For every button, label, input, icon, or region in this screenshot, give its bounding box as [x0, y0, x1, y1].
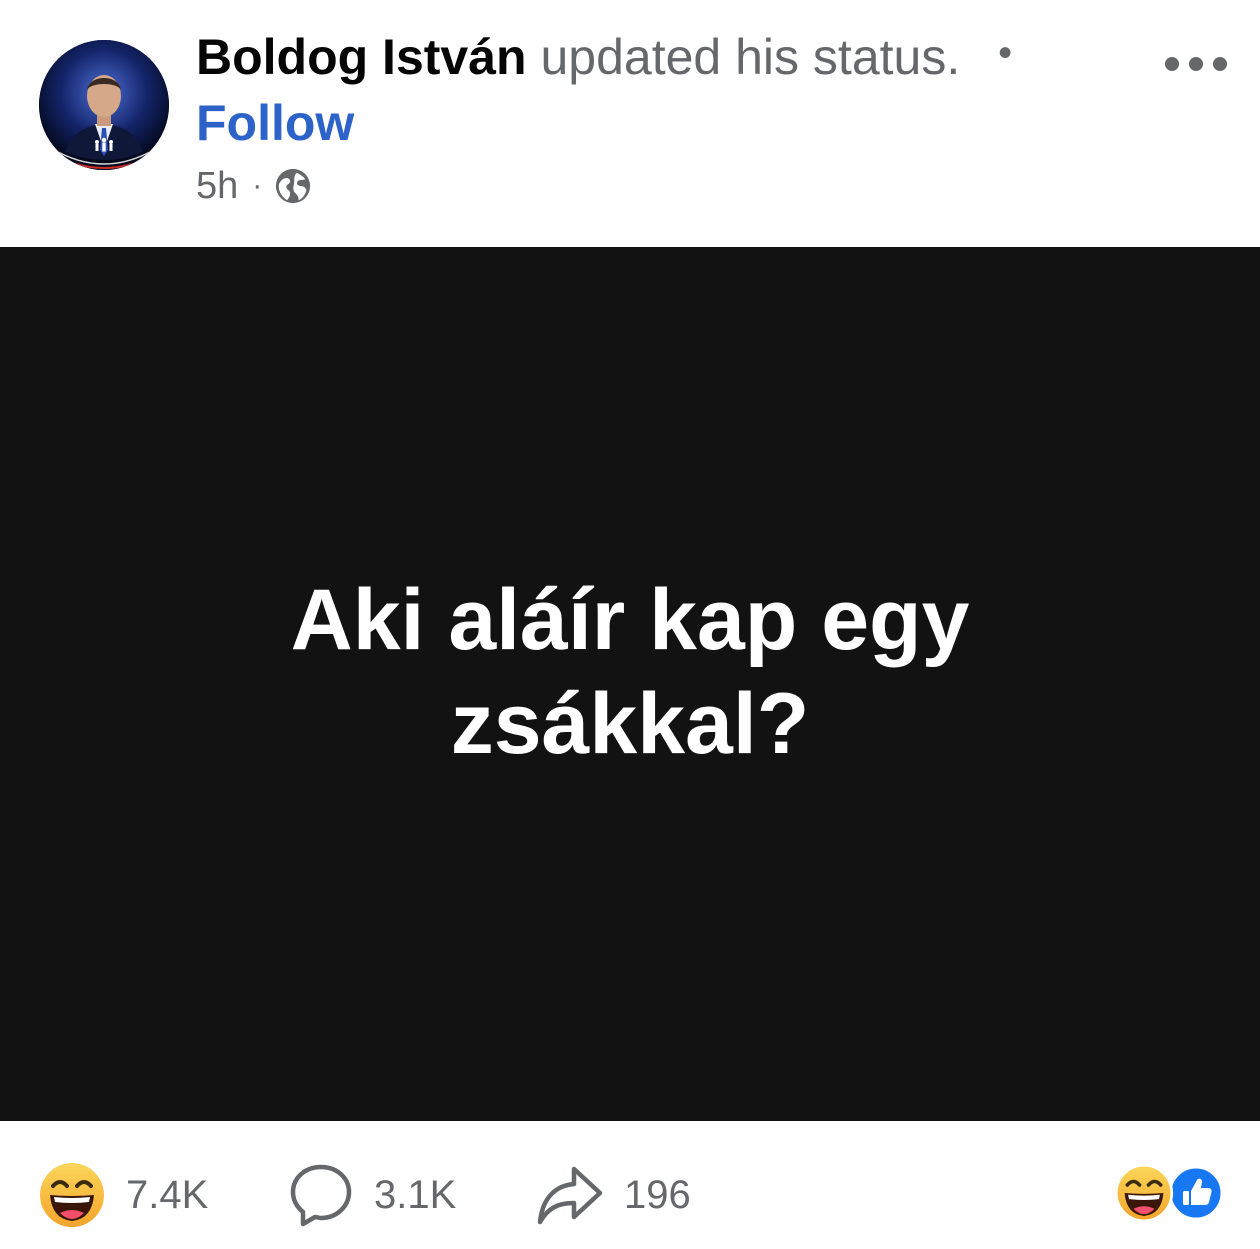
haha-emoji-icon — [40, 1163, 104, 1227]
like-thumb-icon — [1168, 1165, 1224, 1221]
author-avatar[interactable] — [39, 40, 169, 170]
post-meta: 5h · — [196, 164, 312, 208]
comments-count: 3.1K — [374, 1172, 457, 1217]
avatar-photo — [39, 40, 169, 170]
post-header: Boldog István updated his status. • Foll… — [196, 26, 1076, 154]
meta-separator: · — [252, 169, 263, 202]
comments-stat[interactable]: 3.1K — [288, 1159, 456, 1231]
comment-bubble-icon — [290, 1164, 352, 1227]
share-arrow-icon — [537, 1166, 603, 1225]
post-action-text: updated his status. — [540, 29, 961, 85]
title-separator: • — [998, 31, 1013, 75]
globe-icon[interactable] — [274, 167, 312, 205]
reactions-stat[interactable]: 7.4K — [38, 1159, 208, 1231]
reaction-summary[interactable] — [1114, 1163, 1224, 1223]
haha-emoji-icon — [1114, 1163, 1174, 1223]
follow-button[interactable]: Follow — [196, 92, 354, 154]
reactions-count: 7.4K — [126, 1172, 209, 1217]
status-text-card[interactable]: Aki aláír kap egy zsákkal? — [0, 247, 1260, 1121]
feed-post: Boldog István updated his status. • Foll… — [0, 0, 1260, 1249]
shares-count: 196 — [624, 1172, 691, 1217]
post-footer: 7.4K 3.1K 196 — [0, 1121, 1260, 1249]
status-text: Aki aláír kap egy zsákkal? — [290, 572, 970, 772]
author-name[interactable]: Boldog István — [196, 29, 527, 85]
post-timestamp[interactable]: 5h — [196, 165, 238, 208]
post-title-line: Boldog István updated his status. • — [196, 26, 1076, 92]
more-horizontal-icon[interactable] — [1160, 46, 1232, 82]
shares-stat[interactable]: 196 — [536, 1159, 691, 1231]
